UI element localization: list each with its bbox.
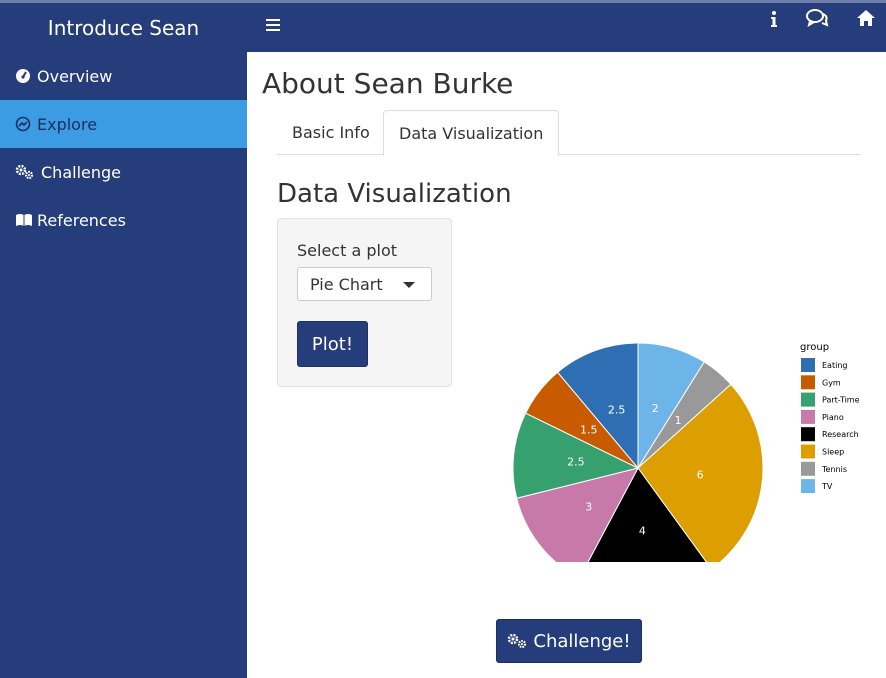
sidebar-item-label: Challenge	[41, 162, 121, 182]
tab-basic-info[interactable]: Basic Info	[277, 110, 385, 155]
pie-data-label: 1.5	[580, 424, 598, 437]
legend-label: Piano	[822, 413, 844, 422]
pie-chart: 2 1 6 4 3 2.5 1.5 2.5 group Eating Gym Part-Time Pi…	[512, 342, 860, 562]
legend-swatch	[801, 444, 815, 459]
legend-swatch	[801, 375, 815, 390]
comments-icon[interactable]	[805, 7, 829, 33]
plot-button[interactable]: Plot!	[297, 321, 368, 367]
tab-bar: Basic Info Data Visualization	[277, 110, 861, 156]
challenge-button[interactable]: Challenge!	[496, 619, 642, 663]
tachometer-icon	[15, 68, 33, 84]
pie-data-label: 2.5	[608, 403, 626, 416]
section-title: Data Visualization	[277, 179, 512, 209]
pie-data-label: 2	[652, 402, 659, 415]
legend-label: Part-Time	[822, 396, 860, 405]
top-navbar	[247, 3, 886, 52]
app-brand: Introduce Sean	[0, 3, 247, 52]
legend-swatch	[801, 427, 815, 442]
legend-label: TV	[821, 482, 833, 491]
pie-data-label: 1	[675, 414, 682, 427]
home-icon[interactable]	[855, 7, 877, 33]
cogs-icon	[507, 633, 529, 649]
chevron-down-icon	[403, 282, 415, 288]
pie-data-label: 6	[697, 469, 704, 482]
legend-swatch	[801, 358, 815, 372]
legend-label: Tennis	[821, 465, 847, 474]
sidebar-item-challenge[interactable]: Challenge	[0, 148, 247, 196]
legend-label: Gym	[822, 378, 841, 387]
challenge-button-label: Challenge!	[533, 630, 631, 652]
pie-data-label: 3	[585, 500, 592, 513]
sidebar-item-label: Overview	[37, 66, 113, 86]
legend-swatch	[801, 479, 815, 494]
sidebar-toggle-icon[interactable]	[266, 19, 280, 33]
info-icon[interactable]	[767, 7, 781, 33]
legend-title: group	[800, 342, 829, 353]
plot-type-select[interactable]: Pie Chart	[297, 267, 432, 301]
legend-swatch	[801, 461, 815, 476]
sidebar-item-label: Explore	[37, 114, 98, 134]
pie-data-label: 4	[639, 524, 646, 537]
sidebar-item-overview[interactable]: Overview	[0, 52, 247, 100]
legend-label: Sleep	[822, 448, 844, 457]
plot-select-value: Pie Chart	[310, 274, 383, 294]
book-icon	[15, 212, 33, 228]
legend-swatch	[801, 392, 815, 407]
sidebar-item-label: References	[37, 210, 126, 230]
page-title: About Sean Burke	[262, 67, 514, 100]
sidebar-item-explore[interactable]: Explore	[0, 100, 247, 148]
pie-data-label: 2.5	[567, 455, 585, 468]
plot-controls-panel: Select a plot Pie Chart Plot!	[277, 218, 452, 387]
legend-swatch	[801, 409, 815, 424]
compass-icon	[15, 116, 33, 132]
sidebar: Overview Explore Challenge References	[0, 52, 247, 678]
cogs-icon	[15, 164, 37, 180]
tab-data-visualization[interactable]: Data Visualization	[383, 110, 560, 156]
legend-label: Research	[822, 430, 859, 439]
plot-select-label: Select a plot	[297, 241, 397, 260]
sidebar-item-references[interactable]: References	[0, 196, 247, 244]
main-content: About Sean Burke Basic Info Data Visuali…	[247, 52, 886, 678]
legend-label: Eating	[822, 361, 847, 370]
